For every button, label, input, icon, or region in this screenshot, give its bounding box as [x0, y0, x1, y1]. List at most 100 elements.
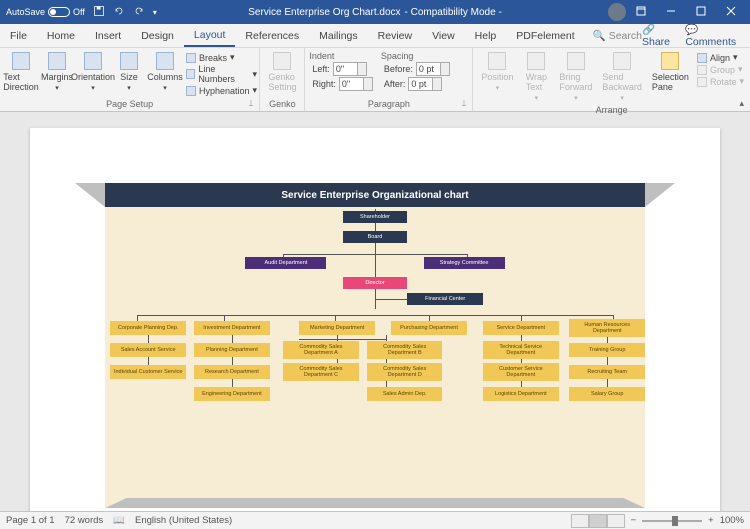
org-chart: Service Enterprise Organizational chart …: [105, 183, 645, 508]
node-strategy: Strategy Committee: [424, 257, 505, 269]
group-icon: [697, 65, 707, 75]
comments-button[interactable]: 💬 Comments: [685, 23, 742, 48]
tab-references[interactable]: References: [235, 24, 309, 47]
node: Sales Admin Dep.: [367, 387, 443, 401]
status-language[interactable]: English (United States): [135, 515, 232, 526]
view-print-icon[interactable]: [589, 514, 607, 528]
save-icon[interactable]: [93, 5, 105, 20]
orientation-icon: [84, 52, 102, 70]
node: Technical Service Department: [483, 341, 559, 359]
columns-icon: [156, 52, 174, 70]
genko-setting-button[interactable]: Genko Setting: [264, 50, 300, 94]
collapse-ribbon-icon[interactable]: ▴: [739, 98, 744, 109]
autosave-toggle[interactable]: AutoSave Off: [6, 7, 85, 17]
margins-button[interactable]: Margins▾: [40, 50, 74, 94]
indent-right-input[interactable]: 0": [339, 77, 373, 91]
autosave-state: Off: [73, 7, 85, 17]
hyphenation-icon: [186, 86, 196, 96]
node: Investment Department: [194, 321, 270, 335]
node: Service Department: [483, 321, 559, 335]
dialog-launcher-icon[interactable]: ⟘: [462, 99, 467, 109]
rotate-icon: [697, 77, 707, 87]
group-label: Arrange: [477, 104, 746, 117]
zoom-out-button[interactable]: −: [631, 515, 637, 526]
tab-pdfelement[interactable]: PDFelement: [506, 24, 584, 47]
breaks-icon: [186, 53, 196, 63]
view-read-icon[interactable]: [571, 514, 589, 528]
node-audit: Audit Department: [245, 257, 326, 269]
group-page-setup: Text Direction Margins▾ Orientation▾ Siz…: [0, 48, 260, 111]
breaks-button[interactable]: Breaks ▾: [184, 52, 259, 63]
zoom-level[interactable]: 100%: [720, 515, 744, 526]
bring-forward-button[interactable]: Bring Forward▾: [555, 50, 596, 104]
spacing-before-input[interactable]: 0 pt: [416, 62, 450, 76]
tab-home[interactable]: Home: [37, 24, 85, 47]
group-button[interactable]: Group ▾: [695, 64, 746, 75]
text-direction-icon: [12, 52, 30, 70]
group-label: Page Setup: [106, 99, 153, 109]
node: Purchasing Department: [391, 321, 467, 335]
search-box[interactable]: 🔍 Search: [593, 29, 642, 42]
node: Commodity Sales Department C: [283, 363, 359, 381]
proofing-icon[interactable]: 📖: [113, 515, 125, 526]
close-icon[interactable]: [718, 0, 746, 24]
bring-forward-icon: [567, 52, 585, 70]
statusbar: Page 1 of 1 72 words 📖 English (United S…: [0, 511, 750, 529]
tab-insert[interactable]: Insert: [85, 24, 131, 47]
size-icon: [120, 52, 138, 70]
page: Service Enterprise Organizational chart …: [30, 128, 720, 511]
share-button[interactable]: 🔗 Share: [642, 23, 679, 48]
tab-view[interactable]: View: [422, 24, 465, 47]
node: Recruiting Team: [569, 365, 645, 379]
zoom-slider[interactable]: [642, 520, 702, 522]
autosave-label: AutoSave: [6, 7, 45, 17]
size-button[interactable]: Size▾: [112, 50, 146, 94]
status-page[interactable]: Page 1 of 1: [6, 515, 55, 526]
align-icon: [697, 53, 707, 63]
redo-icon[interactable]: [133, 5, 145, 20]
position-button[interactable]: Position▾: [477, 50, 517, 94]
indent-left-input[interactable]: 0": [333, 62, 367, 76]
minimize-icon[interactable]: [658, 0, 686, 24]
hyphenation-button[interactable]: Hyphenation ▾: [184, 85, 259, 96]
text-direction-button[interactable]: Text Direction: [4, 50, 38, 94]
qat-dropdown-icon[interactable]: ▾: [153, 8, 157, 17]
user-avatar[interactable]: [608, 3, 626, 21]
indent-label: Indent: [309, 51, 373, 61]
tab-review[interactable]: Review: [368, 24, 422, 47]
line-numbers-button[interactable]: Line Numbers ▾: [184, 64, 259, 84]
document-area[interactable]: Service Enterprise Organizational chart …: [0, 112, 750, 511]
tab-help[interactable]: Help: [465, 24, 507, 47]
position-icon: [488, 52, 506, 70]
status-words[interactable]: 72 words: [65, 515, 104, 526]
toggle-icon: [48, 7, 70, 17]
chart-footer-shape: [105, 498, 645, 508]
zoom-in-button[interactable]: +: [708, 515, 714, 526]
tab-file[interactable]: File: [0, 24, 37, 47]
selection-pane-button[interactable]: Selection Pane: [648, 50, 693, 94]
spacing-label: Spacing: [381, 51, 450, 61]
node-financial: Financial Center: [407, 293, 483, 305]
doc-title: Service Enterprise Org Chart.docx: [248, 7, 400, 18]
maximize-icon[interactable]: [688, 0, 716, 24]
tab-layout[interactable]: Layout: [184, 24, 236, 47]
selection-pane-icon: [661, 52, 679, 70]
node: Commodity Sales Department B: [367, 341, 443, 359]
tab-design[interactable]: Design: [131, 24, 184, 47]
send-backward-button[interactable]: Send Backward▾: [598, 50, 646, 104]
ribbon-display-icon[interactable]: [628, 0, 656, 24]
node: Human Resources Department: [569, 319, 645, 337]
wrap-text-button[interactable]: Wrap Text▾: [519, 50, 553, 104]
orientation-button[interactable]: Orientation▾: [76, 50, 110, 94]
node-board: Board: [343, 231, 408, 243]
columns-button[interactable]: Columns▾: [148, 50, 182, 94]
align-button[interactable]: Align ▾: [695, 52, 746, 63]
tab-mailings[interactable]: Mailings: [309, 24, 368, 47]
dialog-launcher-icon[interactable]: ⟘: [249, 99, 254, 109]
line-numbers-icon: [186, 69, 195, 79]
undo-icon[interactable]: [113, 5, 125, 20]
spacing-after-input[interactable]: 0 pt: [408, 77, 442, 91]
connector: [375, 209, 376, 309]
view-web-icon[interactable]: [607, 514, 625, 528]
rotate-button[interactable]: Rotate ▾: [695, 76, 746, 87]
